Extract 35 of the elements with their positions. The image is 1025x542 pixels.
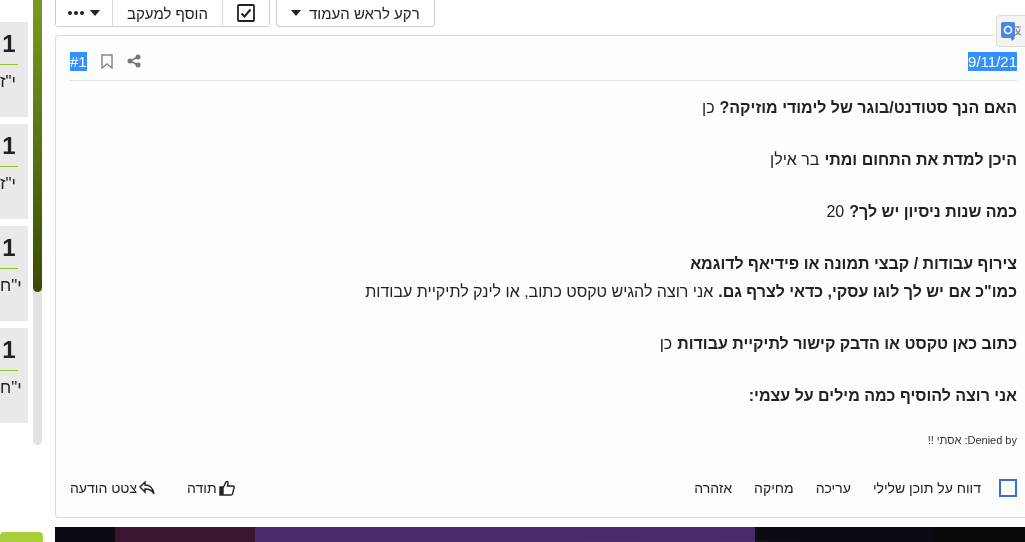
caret-icon [290,10,301,16]
translate-icon[interactable] [996,15,1025,47]
moderation-note: Denied by: אסתי !! [926,434,1017,446]
form-answer: היכן למדת את התחום ומתי בר אילן [769,150,1017,170]
post-date: י"ח [0,275,22,297]
action-link[interactable]: דווח על תוכן שלילי [872,480,981,496]
reply-count: 1 [0,30,18,65]
scrollbar[interactable] [33,0,42,445]
reply-count: 1 [0,336,18,371]
checkbox-icon [236,4,255,22]
reply-count: 1 [0,132,18,167]
caret-icon [90,10,100,16]
form-answer: אני רוצה להוסיף כמה מילים על עצמי: [747,386,1017,406]
form-answer: צירוף עבודות / קבצי תמונה או פידיאף לדוגמא כמו"כ אם יש לך לוגו עסקי, כדאי לצרף גם. אני רוצה להגיש טקסט כתוב, או לינק לתיקיית עבודות [364,254,1017,302]
reply-count: 1 [0,234,18,269]
bookmark-icon[interactable] [100,53,113,69]
post-date: י"ח [0,377,22,399]
post-date: י"ז [0,173,16,195]
action-link[interactable]: עריכה [815,480,851,496]
form-answer: האם הנך סטודנט/בוגר של לימודי מוזיקה? כן [700,98,1017,118]
form-answer: כתוב כאן טקסט או הדבק קישור לתיקיית עבודות כן [658,334,1017,354]
like-link[interactable]: תודה [187,480,235,496]
post-date: 9/11/21 [968,51,1017,71]
report-checkbox[interactable] [999,479,1017,497]
share-icon[interactable] [126,54,141,68]
thumbs-up-icon [218,480,235,496]
post-date: י"ז [0,71,16,93]
quote-link[interactable]: צטט הודעה [70,480,156,496]
action-link[interactable]: מחיקה [754,480,794,496]
scroll-top-button[interactable]: רקע לראש העמוד [275,0,435,27]
action-link[interactable]: אזהרה [694,480,733,496]
more-icon [68,11,84,15]
select-checkbox[interactable] [221,0,269,26]
scrollbar-thumb[interactable] [33,0,42,292]
reply-icon [139,481,156,495]
